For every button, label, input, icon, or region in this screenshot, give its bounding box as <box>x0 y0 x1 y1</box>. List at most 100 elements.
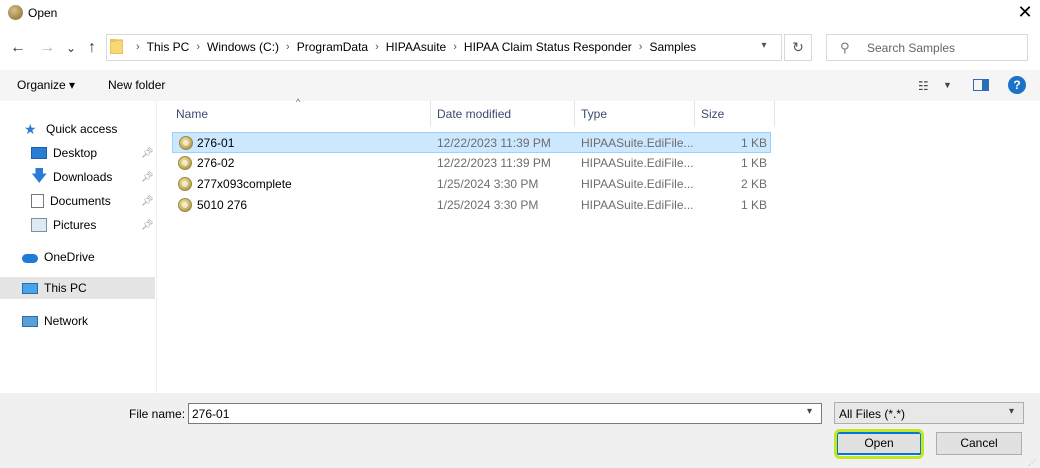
sidebar-item-network[interactable]: Network <box>0 310 155 332</box>
edi-file-icon <box>179 136 193 150</box>
file-type-filter-value[interactable]: All Files (*.*) <box>839 407 905 421</box>
file-name-input[interactable] <box>188 403 822 424</box>
breadcrumb-separator-icon: › <box>638 41 643 53</box>
view-options-icon[interactable]: ☷ <box>918 79 929 93</box>
column-header-type[interactable]: Type <box>581 107 607 121</box>
file-name-label: File name: <box>129 407 186 421</box>
sidebar-item-downloads[interactable]: 🡇 Downloads 📌︎ <box>0 166 155 188</box>
file-date: 12/22/2023 11:39 PM <box>437 136 551 150</box>
column-header-date-modified[interactable]: Date modified <box>437 107 511 121</box>
file-name: 5010 276 <box>197 198 248 212</box>
refresh-button[interactable]: ↻ <box>784 34 812 61</box>
desktop-icon <box>31 147 47 159</box>
breadcrumb-separator-icon: › <box>375 41 379 53</box>
open-button-highlight <box>834 429 924 459</box>
file-date: 1/25/2024 3:30 PM <box>437 177 539 191</box>
file-size: 1 KB <box>740 198 767 212</box>
resize-grip-icon[interactable]: ⋰ <box>1028 458 1036 467</box>
breadcrumb-this-pc[interactable]: This PC <box>147 40 190 54</box>
star-icon: ★ <box>24 121 37 137</box>
file-name: 277x093complete <box>197 177 292 191</box>
cancel-button[interactable]: Cancel <box>936 432 1022 455</box>
pin-icon: 📌︎ <box>141 219 154 231</box>
sidebar-item-label: Desktop <box>53 146 98 160</box>
breadcrumb-claim-status-responder[interactable]: HIPAA Claim Status Responder <box>464 40 632 54</box>
sidebar-item-onedrive[interactable]: OneDrive <box>0 246 155 268</box>
sidebar-item-pictures[interactable]: Pictures 📌︎ <box>0 214 155 236</box>
pin-icon: 📌︎ <box>141 195 154 207</box>
breadcrumb: › This PC › Windows (C:) › ProgramData ›… <box>129 40 696 54</box>
folder-icon <box>110 39 123 54</box>
sidebar-item-label: Quick access <box>46 122 118 136</box>
column-divider[interactable] <box>430 101 431 127</box>
column-header-name[interactable]: Name <box>176 107 208 121</box>
file-type: HIPAASuite.EdiFile... <box>581 198 694 212</box>
file-name-dropdown-chevron-icon[interactable]: ▾ <box>807 406 812 417</box>
edi-file-icon <box>178 177 192 191</box>
window-title: Open <box>28 6 58 20</box>
organize-button[interactable]: Organize ▾ <box>17 78 75 92</box>
file-row[interactable]: 277x093complete 1/25/2024 3:30 PM HIPAAS… <box>172 174 771 195</box>
sidebar-item-label: Network <box>44 314 89 328</box>
filter-dropdown-chevron-icon[interactable]: ▾ <box>1009 406 1014 417</box>
computer-icon <box>22 282 38 294</box>
edi-file-icon <box>178 198 192 212</box>
sidebar-item-quick-access[interactable]: ★ Quick access <box>0 118 155 140</box>
breadcrumb-hipaasuite[interactable]: HIPAAsuite <box>386 40 446 54</box>
file-date: 12/22/2023 11:39 PM <box>437 156 551 170</box>
column-header-size[interactable]: Size <box>701 107 724 121</box>
pin-icon: 📌︎ <box>141 147 154 159</box>
sidebar-item-label: This PC <box>44 281 87 295</box>
forward-arrow-icon[interactable]: → <box>36 38 58 58</box>
file-type: HIPAASuite.EdiFile... <box>581 156 694 170</box>
sidebar-item-label: OneDrive <box>44 250 95 264</box>
view-dropdown-chevron-icon[interactable]: ▼ <box>943 80 952 90</box>
network-icon <box>22 315 38 327</box>
sidebar-item-documents[interactable]: Documents 📌︎ <box>0 190 155 212</box>
pictures-icon <box>31 218 47 232</box>
preview-pane-icon[interactable] <box>973 79 989 91</box>
breadcrumb-separator-icon: › <box>196 41 201 53</box>
sidebar-item-label: Documents <box>50 194 111 208</box>
new-folder-button[interactable]: New folder <box>108 78 165 92</box>
address-dropdown-chevron-icon[interactable]: ▾ <box>757 40 771 54</box>
search-placeholder: Search Samples <box>867 41 956 55</box>
breadcrumb-programdata[interactable]: ProgramData <box>297 40 368 54</box>
help-icon[interactable]: ? <box>1008 76 1026 94</box>
up-arrow-icon[interactable]: ↑ <box>81 38 103 58</box>
sort-ascending-icon: ^ <box>296 97 301 107</box>
file-date: 1/25/2024 3:30 PM <box>437 198 539 212</box>
file-size: 1 KB <box>740 156 767 170</box>
breadcrumb-samples[interactable]: Samples <box>649 40 696 54</box>
edi-file-icon <box>178 156 192 170</box>
sidebar-item-label: Pictures <box>53 218 97 232</box>
file-row[interactable]: 276-01 12/22/2023 11:39 PM HIPAASuite.Ed… <box>172 132 771 153</box>
file-row[interactable]: 276-02 12/22/2023 11:39 PM HIPAASuite.Ed… <box>172 153 771 174</box>
close-icon[interactable]: ✕ <box>1012 1 1038 25</box>
breadcrumb-separator-icon: › <box>286 41 290 53</box>
sidebar-item-label: Downloads <box>53 170 113 184</box>
download-icon: 🡇 <box>31 168 48 185</box>
back-arrow-icon[interactable]: ← <box>7 38 29 58</box>
search-icon: ⚲ <box>840 40 850 55</box>
app-icon <box>8 5 23 20</box>
sidebar-item-desktop[interactable]: Desktop 📌︎ <box>0 142 155 164</box>
breadcrumb-windows-c[interactable]: Windows (C:) <box>207 40 279 54</box>
column-divider[interactable] <box>574 101 575 127</box>
sidebar-item-this-pc[interactable]: This PC <box>0 277 155 299</box>
breadcrumb-separator-icon: › <box>136 41 140 53</box>
file-type: HIPAASuite.EdiFile... <box>581 177 694 191</box>
file-row[interactable]: 5010 276 1/25/2024 3:30 PM HIPAASuite.Ed… <box>172 195 771 216</box>
column-divider[interactable] <box>694 101 695 127</box>
documents-icon <box>31 194 44 208</box>
column-divider[interactable] <box>774 101 775 127</box>
breadcrumb-separator-icon: › <box>453 41 457 53</box>
pin-icon: 📌︎ <box>141 171 154 183</box>
cloud-icon <box>22 253 38 263</box>
file-size: 2 KB <box>740 177 767 191</box>
title-bar <box>0 0 1040 27</box>
file-name: 276-02 <box>197 156 235 170</box>
file-name-value[interactable]: 276-01 <box>192 407 229 421</box>
file-name: 276-01 <box>197 136 235 150</box>
recent-locations-chevron-icon[interactable]: ⌄ <box>60 38 82 58</box>
